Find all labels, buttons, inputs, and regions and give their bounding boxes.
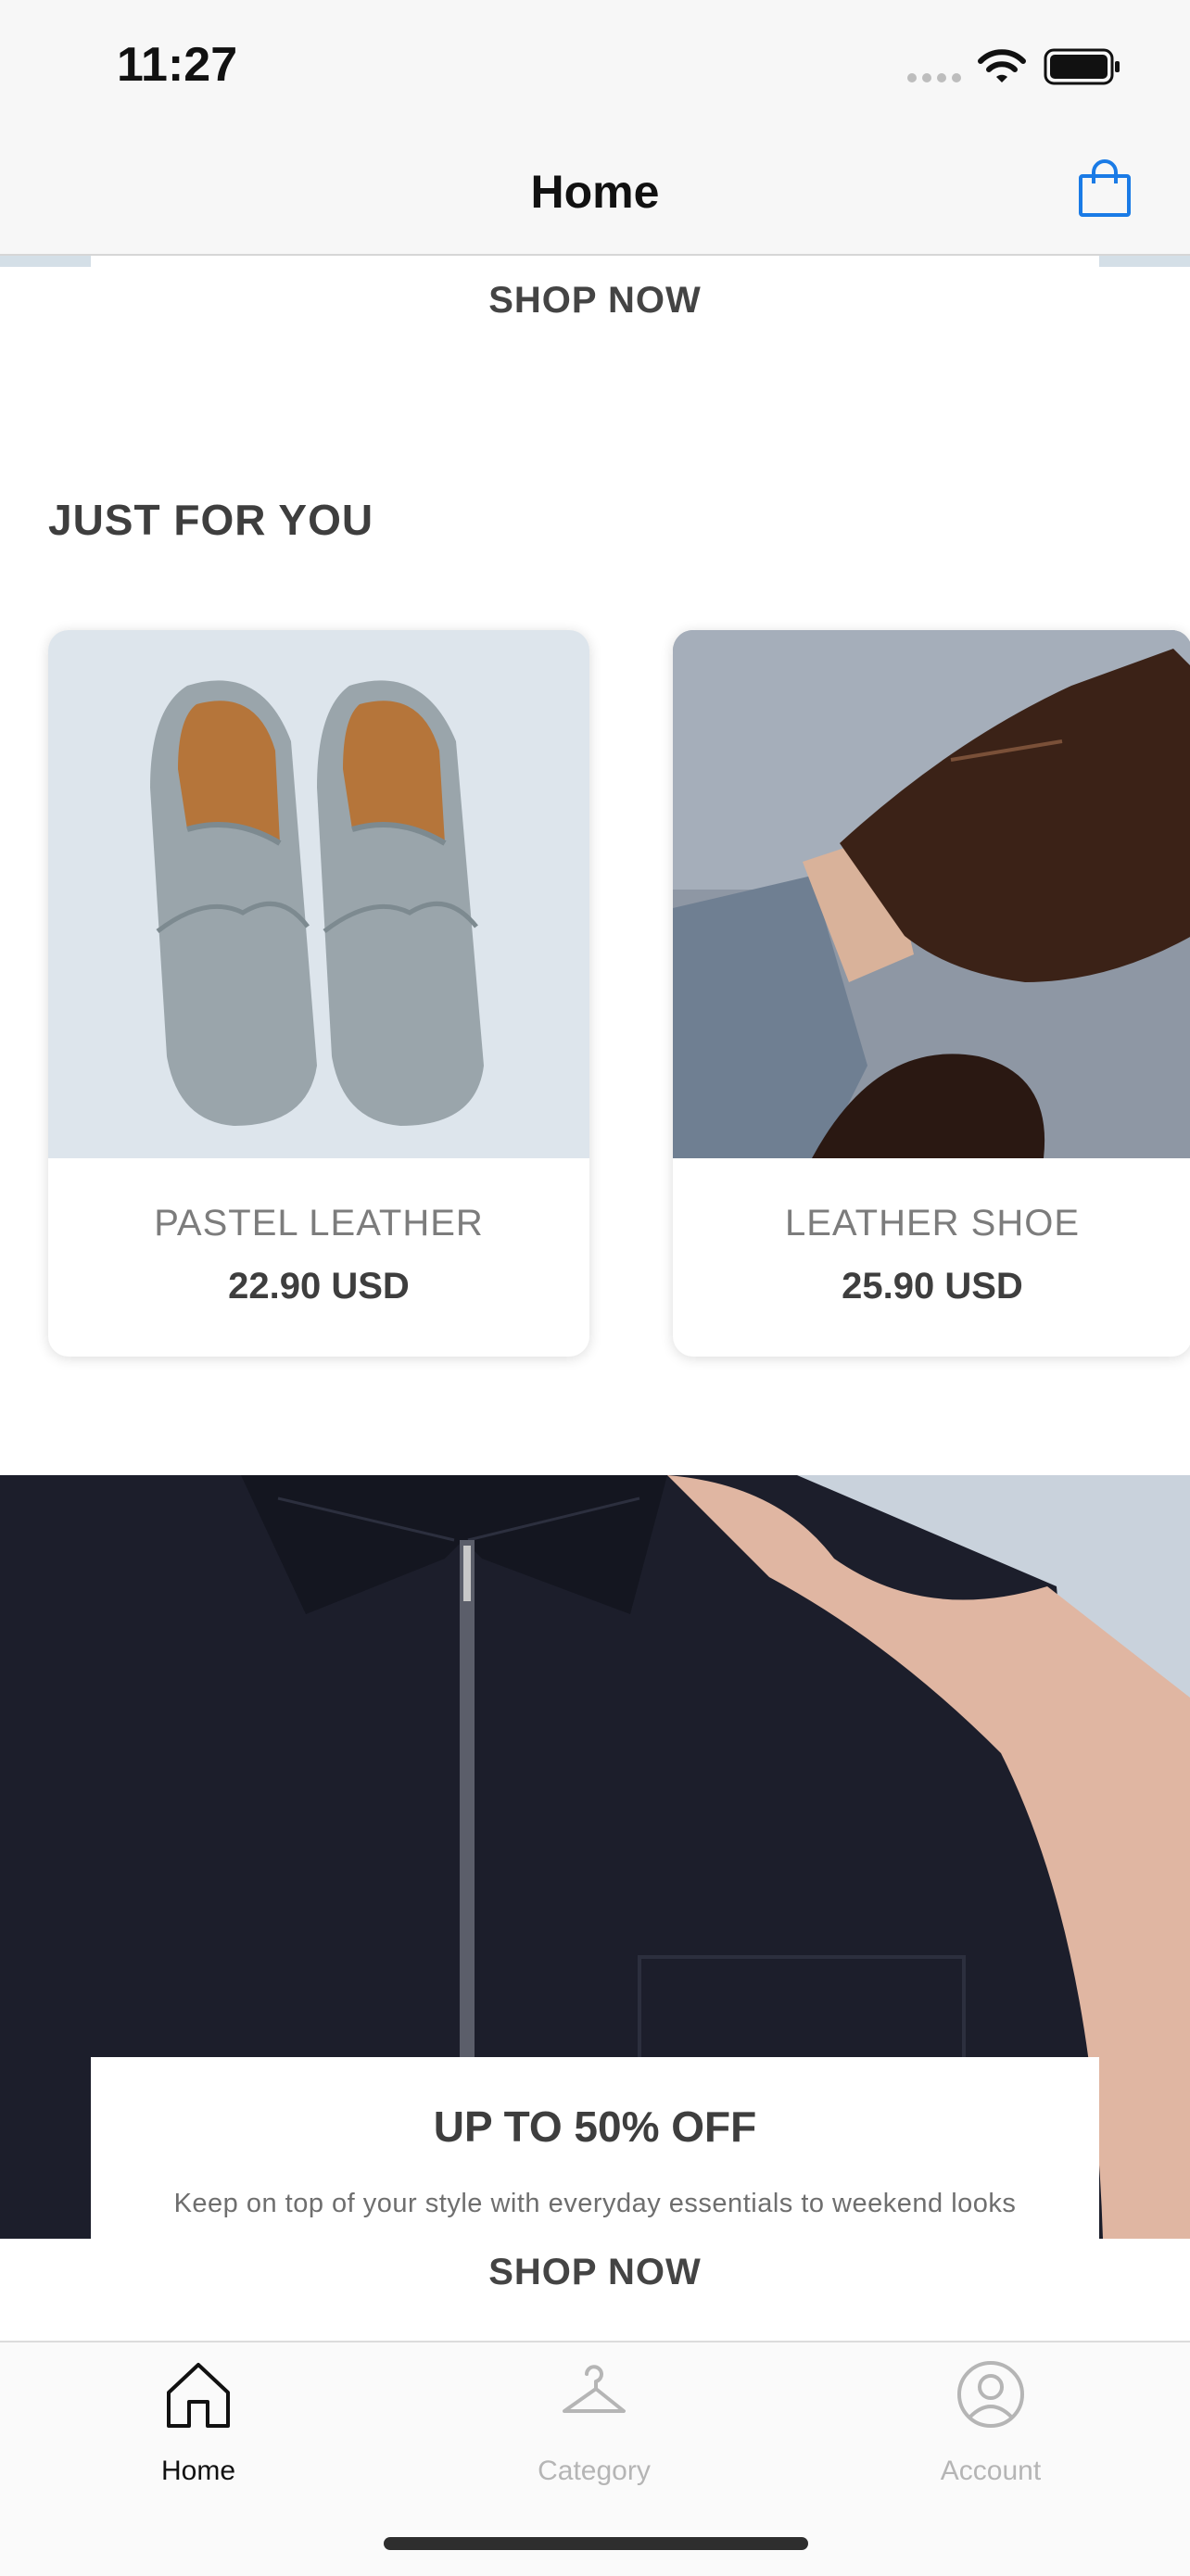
shopping-bag-icon[interactable]: [1077, 159, 1133, 219]
product-name: LEATHER SHOE: [785, 1203, 1080, 1244]
product-price: 25.90 USD: [842, 1266, 1023, 1307]
cellular-signal-icon: [907, 73, 961, 82]
product-card[interactable]: LEATHER SHOE 25.90 USD: [673, 630, 1190, 1357]
promo-title: UP TO 50% OFF: [433, 2102, 757, 2151]
tab-label: Home: [160, 2456, 236, 2486]
shop-now-button[interactable]: SHOP NOW: [0, 280, 1190, 322]
page-title: Home: [530, 166, 660, 218]
tab-label: Account: [940, 2456, 1042, 2486]
product-name: PASTEL LEATHER: [154, 1203, 484, 1244]
product-image-leather-shoe: [673, 630, 1190, 1158]
product-image-loafers: [48, 630, 589, 1158]
product-price: 22.90 USD: [228, 1266, 410, 1307]
shop-now-button[interactable]: SHOP NOW: [0, 2252, 1190, 2293]
hanger-icon: [563, 2365, 626, 2413]
home-icon: [167, 2363, 230, 2428]
banner-image-edge: [0, 256, 91, 267]
tab-account[interactable]: Account: [852, 2359, 1130, 2498]
status-time: 11:27: [117, 38, 238, 92]
product-card[interactable]: PASTEL LEATHER 22.90 USD: [48, 630, 589, 1357]
account-icon: [957, 2361, 1024, 2428]
banner-image-edge: [1099, 256, 1190, 267]
tab-category[interactable]: Category: [455, 2359, 733, 2498]
tab-label: Category: [538, 2456, 651, 2486]
tab-home[interactable]: Home: [59, 2359, 337, 2498]
section-title: JUST FOR YOU: [48, 496, 374, 544]
battery-icon: [1044, 48, 1120, 85]
home-indicator[interactable]: [384, 2537, 808, 2550]
wifi-icon: [978, 49, 1026, 82]
promo-subtitle: Keep on top of your style with everyday …: [173, 2189, 1017, 2218]
